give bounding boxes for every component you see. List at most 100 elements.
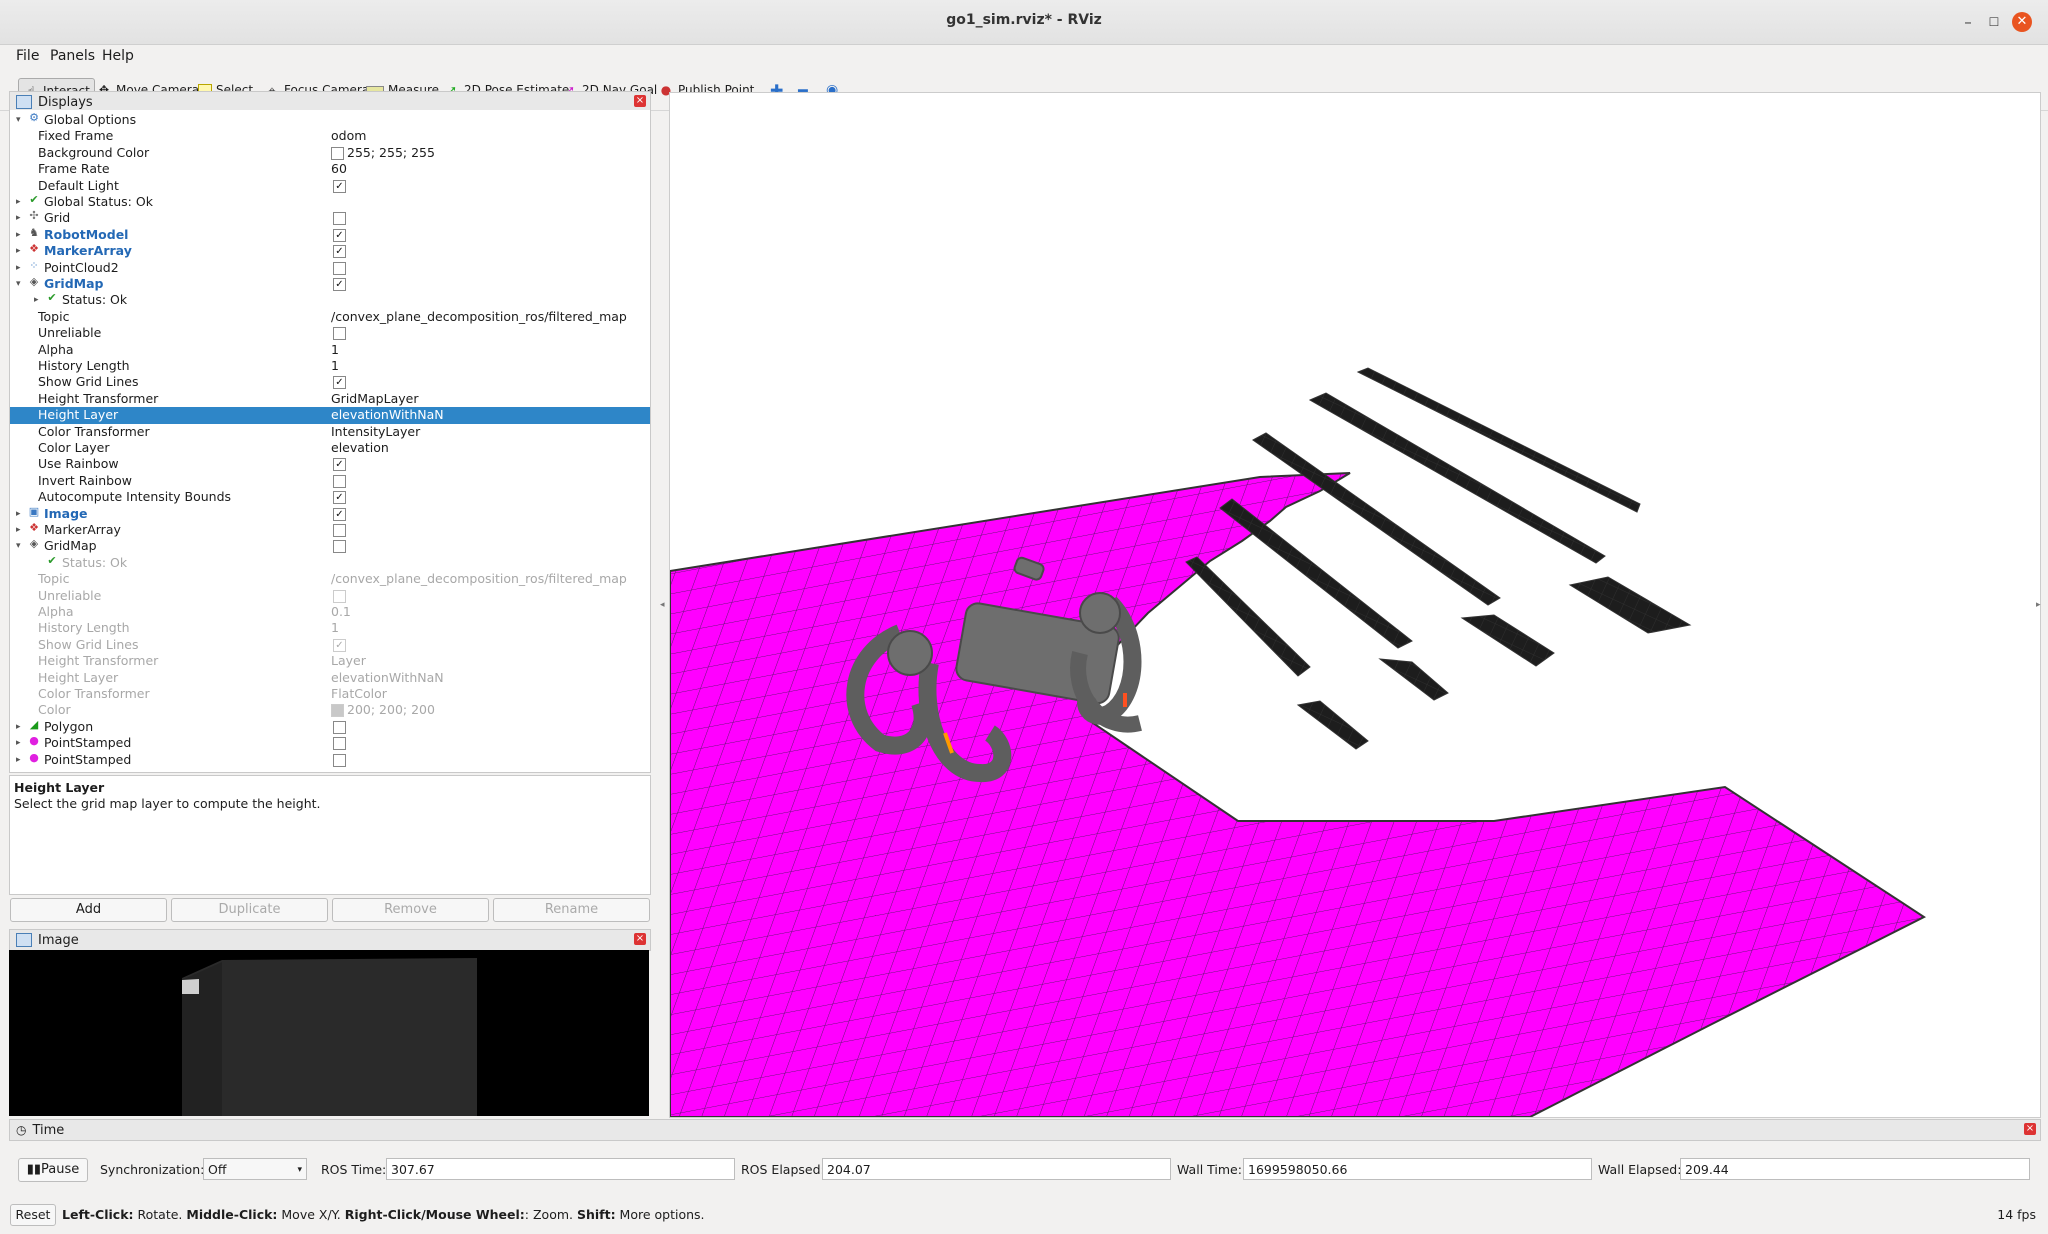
display-tree-row[interactable]: ▸ ▣ Image ✓ <box>10 505 650 522</box>
display-tree-row[interactable]: Unreliable <box>10 588 650 604</box>
splitter-right-arrow-icon[interactable]: ▸ <box>2036 600 2041 610</box>
rename-button[interactable]: Rename <box>493 898 650 922</box>
close-icon[interactable]: ✕ <box>2012 12 2032 32</box>
display-tree-row-value[interactable]: 60 <box>331 161 347 177</box>
remove-button[interactable]: Remove <box>332 898 489 922</box>
maximize-icon[interactable]: ☐ <box>1984 12 2004 32</box>
checkbox-unchecked[interactable] <box>333 212 346 226</box>
display-tree-row[interactable]: Height Transformer Layer <box>10 653 650 669</box>
display-tree-row-value[interactable]: GridMapLayer <box>331 391 418 407</box>
display-tree-row[interactable]: ▸ ✔ Global Status: Ok <box>10 194 650 210</box>
display-tree-row-value[interactable]: elevationWithNaN <box>331 670 444 686</box>
checkbox-checked[interactable]: ✓ <box>333 245 346 259</box>
synchronization-select[interactable]: Off ▾ <box>203 1158 307 1180</box>
pause-button[interactable]: ▮▮Pause <box>18 1158 88 1182</box>
add-button[interactable]: Add <box>10 898 167 922</box>
checkbox-unchecked[interactable] <box>333 737 346 751</box>
display-tree-row[interactable]: Fixed Frame odom <box>10 128 650 144</box>
display-tree-row[interactable]: Unreliable <box>10 325 650 341</box>
checkbox-unchecked[interactable] <box>333 720 346 734</box>
splitter-left-arrow-icon[interactable]: ◂ <box>660 600 665 610</box>
display-tree-row[interactable]: Show Grid Lines ✓ <box>10 374 650 390</box>
display-tree-row[interactable]: ▾ ⚙ Global Options <box>10 112 650 128</box>
display-tree-row[interactable]: ▸ ❖ MarkerArray <box>10 522 650 538</box>
display-tree-row[interactable]: Height Layer elevationWithNaN <box>10 670 650 686</box>
display-tree-row-value[interactable]: IntensityLayer <box>331 424 420 440</box>
expand-right-icon[interactable]: ▸ <box>34 292 44 308</box>
display-tree-row[interactable]: ▸ ✔ Status: Ok <box>10 292 650 308</box>
display-tree-row-value[interactable]: /convex_plane_decomposition_ros/filtered… <box>331 571 627 587</box>
checkbox-checked[interactable]: ✓ <box>333 507 346 521</box>
display-tree-row[interactable]: ▾ ◈ GridMap <box>10 538 650 554</box>
display-tree-row[interactable]: Height Transformer GridMapLayer <box>10 391 650 407</box>
display-tree-row[interactable]: History Length 1 <box>10 358 650 374</box>
expand-right-icon[interactable]: ▸ <box>16 522 26 538</box>
ros-time-field[interactable]: 307.67 <box>386 1158 735 1180</box>
display-tree-row[interactable]: Color Transformer IntensityLayer <box>10 424 650 440</box>
display-tree-row[interactable]: Topic/convex_plane_decomposition_ros/fil… <box>10 309 650 325</box>
display-tree-row[interactable]: Color Transformer FlatColor <box>10 686 650 702</box>
expand-right-icon[interactable]: ▸ <box>16 260 26 276</box>
checkbox-checked[interactable]: ✓ <box>333 179 346 193</box>
display-tree-row[interactable]: ▸ ● PointStamped <box>10 751 650 768</box>
expand-right-icon[interactable]: ▸ <box>16 227 26 243</box>
checkbox-checked[interactable]: ✓ <box>333 278 346 291</box>
checkbox-unchecked[interactable] <box>333 589 346 603</box>
display-tree-row[interactable]: Color 200; 200; 200 <box>10 702 650 718</box>
display-tree-row[interactable]: ▾ ◈ GridMap ✓ <box>10 276 650 292</box>
close-icon[interactable]: × <box>634 95 646 107</box>
3d-render-view[interactable] <box>669 92 2041 1118</box>
expand-right-icon[interactable]: ▸ <box>16 735 26 751</box>
display-tree-row[interactable]: Default Light ✓ <box>10 178 650 194</box>
display-tree-row-value[interactable]: 1 <box>331 620 339 636</box>
display-tree-row[interactable]: Topic/convex_plane_decomposition_ros/fil… <box>10 571 650 587</box>
display-tree-row[interactable]: ✔ Status: Ok <box>10 554 650 571</box>
display-tree-row-value[interactable]: 200; 200; 200 <box>331 702 435 718</box>
display-tree-row-value[interactable]: elevationWithNaN <box>331 407 444 423</box>
ros-elapsed-field[interactable]: 204.07 <box>822 1158 1171 1180</box>
wall-time-field[interactable]: 1699598050.66 <box>1243 1158 1592 1180</box>
checkbox-checked[interactable]: ✓ <box>333 491 346 505</box>
display-tree-row[interactable]: Alpha 1 <box>10 342 650 358</box>
menu-help[interactable]: Help <box>102 48 134 64</box>
display-tree-row[interactable]: Color Layer elevation <box>10 440 650 456</box>
expand-right-icon[interactable]: ▸ <box>16 243 26 259</box>
display-tree-row-value[interactable]: elevation <box>331 440 389 456</box>
close-icon[interactable]: × <box>634 933 646 945</box>
display-tree-row-value[interactable]: 1 <box>331 342 339 358</box>
expand-right-icon[interactable]: ▸ <box>16 506 26 522</box>
display-tree-row[interactable]: Autocompute Intensity Bounds ✓ <box>10 489 650 505</box>
expand-down-icon[interactable]: ▾ <box>16 538 26 554</box>
display-tree-row[interactable]: Invert Rainbow <box>10 473 650 489</box>
expand-right-icon[interactable]: ▸ <box>16 210 26 226</box>
duplicate-button[interactable]: Duplicate <box>171 898 328 922</box>
checkbox-unchecked[interactable] <box>333 327 346 341</box>
expand-right-icon[interactable]: ▸ <box>16 752 26 768</box>
checkbox-checked[interactable]: ✓ <box>333 228 346 242</box>
checkbox-unchecked[interactable] <box>333 261 346 275</box>
reset-button[interactable]: Reset <box>10 1204 56 1226</box>
display-tree-row-value[interactable]: 1 <box>331 358 339 374</box>
checkbox-unchecked[interactable] <box>333 540 346 554</box>
display-tree-row[interactable]: Height Layer elevationWithNaN <box>10 407 650 424</box>
wall-elapsed-field[interactable]: 209.44 <box>1680 1158 2030 1180</box>
checkbox-checked[interactable]: ✓ <box>333 458 346 472</box>
display-tree-row[interactable]: ▸ ✣ Grid <box>10 210 650 226</box>
display-tree-row[interactable]: Use Rainbow ✓ <box>10 456 650 472</box>
checkbox-checked[interactable]: ✓ <box>333 638 346 652</box>
display-tree-row[interactable]: History Length 1 <box>10 620 650 636</box>
display-tree-row-value[interactable]: FlatColor <box>331 686 387 702</box>
display-tree-row-value[interactable]: odom <box>331 128 366 144</box>
display-tree-row[interactable]: ▸ ♞ RobotModel ✓ <box>10 226 650 243</box>
display-tree-row-value[interactable]: 255; 255; 255 <box>331 145 435 161</box>
minimize-icon[interactable]: – <box>1958 12 1978 32</box>
display-tree-row[interactable]: Frame Rate 60 <box>10 161 650 177</box>
checkbox-unchecked[interactable] <box>333 753 346 767</box>
menu-file[interactable]: File <box>16 48 39 64</box>
expand-down-icon[interactable]: ▾ <box>16 112 26 128</box>
checkbox-unchecked[interactable] <box>333 524 346 537</box>
display-tree-row[interactable]: ▸ ● PointStamped <box>10 735 650 751</box>
display-tree-row[interactable]: Background Color 255; 255; 255 <box>10 145 650 161</box>
checkbox-checked[interactable]: ✓ <box>333 376 346 390</box>
display-tree-row-value[interactable]: /convex_plane_decomposition_ros/filtered… <box>331 309 627 325</box>
